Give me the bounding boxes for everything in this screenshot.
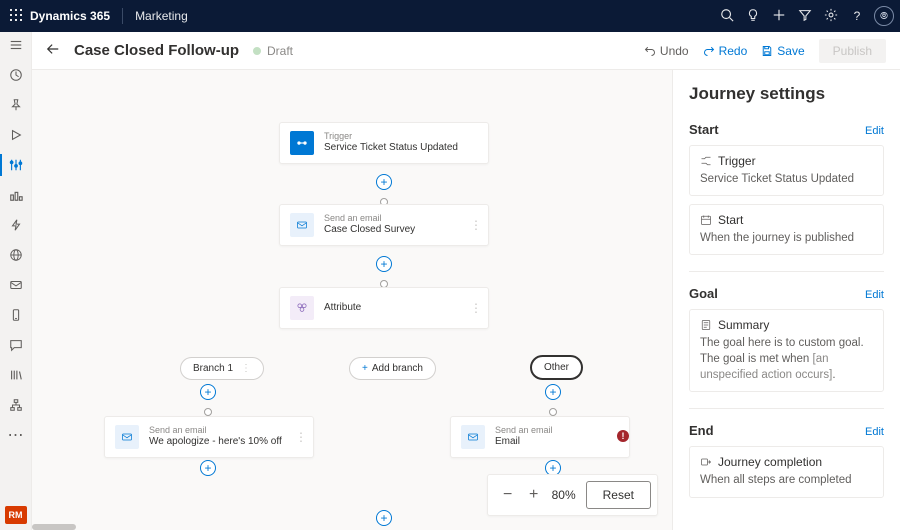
node-more-icon[interactable]: ⋮ <box>295 430 307 444</box>
node-email-right[interactable]: Send an emailEmail <box>450 416 630 458</box>
help-icon[interactable]: ? <box>844 9 870 23</box>
edit-goal-link[interactable]: Edit <box>865 289 884 301</box>
nav-divider <box>122 8 123 24</box>
node-more-icon[interactable]: ⋮ <box>470 301 482 315</box>
lightbulb-icon[interactable] <box>740 8 766 25</box>
rail-journey-icon[interactable] <box>7 156 25 174</box>
rail-play-icon[interactable] <box>7 126 25 144</box>
search-icon[interactable] <box>714 8 740 25</box>
rail-badge[interactable]: RM <box>5 506 27 524</box>
panel-section-goal: Goal <box>689 286 718 301</box>
undo-button[interactable]: Undo <box>644 44 689 58</box>
filter-icon[interactable] <box>792 8 818 25</box>
add-step-button[interactable]: + <box>376 174 392 190</box>
mail-icon <box>461 425 485 449</box>
zoom-value: 80% <box>552 488 576 502</box>
panel-heading: Journey settings <box>689 84 884 104</box>
rail-globe-icon[interactable] <box>7 246 25 264</box>
node-more-icon[interactable]: ⋮ <box>470 218 482 232</box>
connector-dot <box>204 408 212 416</box>
mail-icon <box>115 425 139 449</box>
pill-more-icon[interactable]: ⋮ <box>241 363 251 374</box>
node-email-survey[interactable]: Send an emailCase Closed Survey ⋮ <box>279 204 489 246</box>
app-launcher-icon[interactable] <box>6 9 26 24</box>
status-badge: Draft <box>253 44 293 58</box>
redo-button[interactable]: Redo <box>703 44 748 58</box>
pill-branch-1[interactable]: Branch 1⋮ <box>180 357 264 380</box>
pill-other[interactable]: Other <box>530 355 583 380</box>
rail-bar-icon[interactable] <box>7 186 25 204</box>
status-dot <box>253 47 261 55</box>
save-button[interactable]: Save <box>761 44 804 58</box>
add-step-button[interactable]: + <box>545 384 561 400</box>
node-trigger[interactable]: TriggerService Ticket Status Updated <box>279 122 489 164</box>
zoom-in-button[interactable]: + <box>526 486 542 504</box>
rail-clock-icon[interactable] <box>7 66 25 84</box>
page-title: Case Closed Follow-up <box>74 42 239 59</box>
attribute-icon <box>290 296 314 320</box>
avatar[interactable]: ⦾ <box>874 6 894 26</box>
add-step-button[interactable]: + <box>376 256 392 272</box>
journey-canvas[interactable]: TriggerService Ticket Status Updated + S… <box>32 70 672 530</box>
edit-start-link[interactable]: Edit <box>865 125 884 137</box>
back-button[interactable] <box>46 42 60 59</box>
pill-add-branch[interactable]: +Add branch <box>349 357 436 380</box>
add-step-button[interactable]: + <box>200 460 216 476</box>
panel-section-end: End <box>689 423 714 438</box>
zoom-out-button[interactable]: − <box>500 486 516 504</box>
rail-hamburger-icon[interactable] <box>7 36 25 54</box>
zoom-controls: − + 80% Reset <box>487 474 658 516</box>
panel-card-trigger[interactable]: Trigger Service Ticket Status Updated <box>689 145 884 196</box>
publish-button: Publish <box>819 39 886 63</box>
connector-dot <box>549 408 557 416</box>
node-attribute[interactable]: Attribute ⋮ <box>279 287 489 329</box>
gear-icon[interactable] <box>818 8 844 25</box>
rail-mail-icon[interactable] <box>7 276 25 294</box>
panel-card-goal-summary[interactable]: Summary The goal here is to custom goal.… <box>689 309 884 392</box>
add-step-button[interactable]: + <box>376 510 392 526</box>
rail-library-icon[interactable] <box>7 366 25 384</box>
command-bar: Case Closed Follow-up Draft Undo Redo Sa… <box>32 32 900 70</box>
rail-more-icon[interactable]: ⋯ <box>7 426 25 444</box>
scroll-indicator[interactable] <box>32 524 76 530</box>
side-panel: Journey settings Start Edit Trigger Servi… <box>672 70 900 530</box>
zoom-reset-button[interactable]: Reset <box>586 481 651 509</box>
panel-card-journey-completion[interactable]: Journey completion When all steps are co… <box>689 446 884 497</box>
mail-icon <box>290 213 314 237</box>
rail-hierarchy-icon[interactable] <box>7 396 25 414</box>
module-name[interactable]: Marketing <box>135 9 188 23</box>
trigger-icon <box>290 131 314 155</box>
rail-pin-icon[interactable] <box>7 96 25 114</box>
rail-chat-icon[interactable] <box>7 336 25 354</box>
rail-bolt-icon[interactable] <box>7 216 25 234</box>
rail-phone-icon[interactable] <box>7 306 25 324</box>
left-rail: ⋯ RM <box>0 32 32 530</box>
edit-end-link[interactable]: Edit <box>865 426 884 438</box>
node-email-apology[interactable]: Send an emailWe apologize - here's 10% o… <box>104 416 314 458</box>
add-step-button[interactable]: + <box>200 384 216 400</box>
panel-section-start: Start <box>689 122 719 137</box>
panel-card-start-time[interactable]: Start When the journey is published <box>689 204 884 255</box>
brand-name[interactable]: Dynamics 365 <box>30 9 110 23</box>
global-nav: Dynamics 365 Marketing ? ⦾ <box>0 0 900 32</box>
add-icon[interactable] <box>766 8 792 25</box>
error-icon[interactable]: ! <box>617 430 629 442</box>
